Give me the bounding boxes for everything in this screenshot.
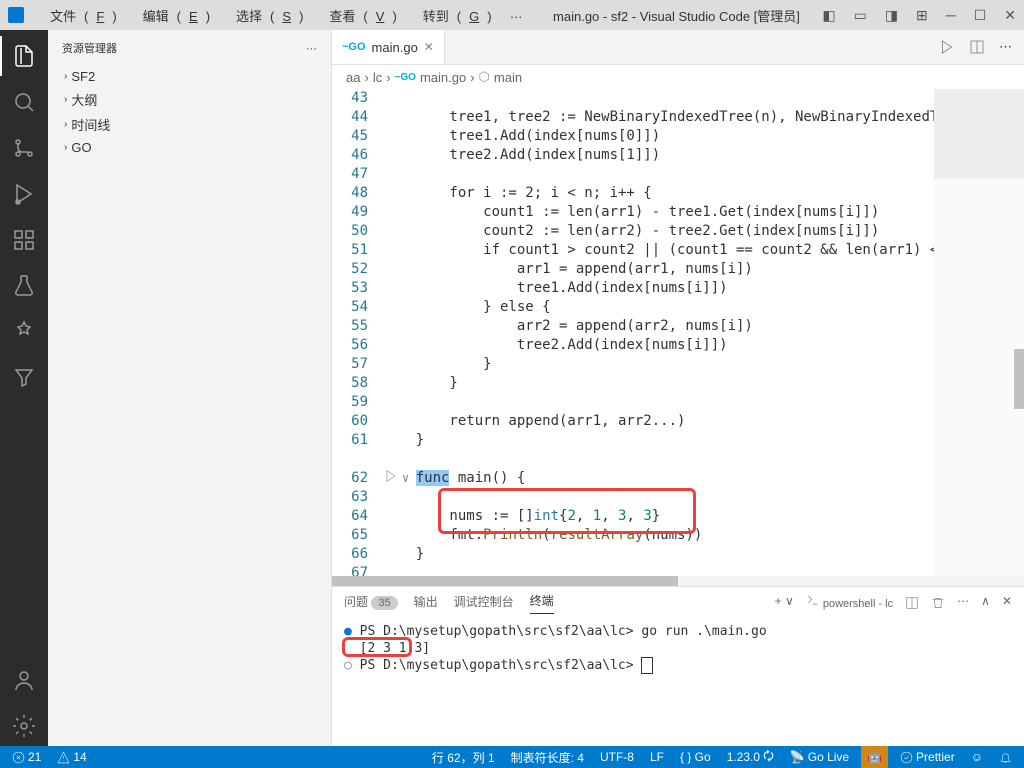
tools-view-icon[interactable] [0,312,48,352]
menu-view[interactable]: 查看(V) [313,2,404,29]
code-editor[interactable]: 4344454647484950515253545556575859606162… [332,89,1024,576]
status-feedback-icon[interactable]: ☺ [967,750,987,764]
tab-debug[interactable]: 调试控制台 [454,593,514,614]
status-prettier[interactable]: Prettier [896,750,959,764]
sidebar-title: 资源管理器 ⋯ [48,30,331,66]
status-notifications-icon[interactable] [995,751,1016,764]
title-bar: 文件(F) 编辑(E) 选择(S) 查看(V) 转到(G) … main.go … [0,0,1024,30]
panel-tabs: 问题 35 输出 调试控制台 终端 + ∨ powershell - lc ⋯ … [332,587,1024,619]
tab-output[interactable]: 输出 [414,593,438,614]
status-errors[interactable]: 21 [8,750,45,764]
status-encoding[interactable]: UTF-8 [596,750,638,764]
split-terminal-icon[interactable] [905,596,919,610]
tab-main-go[interactable]: ~GO main.go ✕ [332,30,445,64]
bottom-panel: 问题 35 输出 调试控制台 终端 + ∨ powershell - lc ⋯ … [332,586,1024,746]
new-terminal-icon[interactable]: + ∨ [775,594,794,612]
maximize-icon[interactable]: ☐ [974,7,987,24]
status-bar: 21 14 行 62，列 1 制表符长度: 4 UTF-8 LF { } Go … [0,746,1024,768]
menu-file[interactable]: 文件(F) [34,2,125,29]
layout-right-icon[interactable]: ◨ [885,7,898,24]
annotation-box-terminal [342,637,412,657]
tab-terminal[interactable]: 终端 [530,592,554,614]
minimize-icon[interactable]: ─ [946,7,956,23]
code-content[interactable]: tree1, tree2 := NewBinaryIndexedTree(n),… [382,89,934,576]
editor-tabs: ~GO main.go ✕ ⋯ [332,30,1024,65]
close-tab-icon[interactable]: ✕ [424,40,434,54]
settings-gear-icon[interactable] [0,706,48,746]
menu-more[interactable]: … [502,2,531,29]
minimap-slider[interactable] [934,89,1024,179]
filter-view-icon[interactable] [0,358,48,398]
tab-problems[interactable]: 问题 35 [344,593,398,614]
close-panel-icon[interactable]: ✕ [1002,594,1012,612]
close-window-icon[interactable]: ✕ [1004,7,1016,24]
scm-view-icon[interactable] [0,128,48,168]
activity-bar [0,30,48,746]
status-warnings[interactable]: 14 [53,750,90,764]
status-language[interactable]: { } Go [676,750,715,764]
vertical-scrollbar[interactable] [1014,349,1024,409]
sidebar-item-go[interactable]: ›GO [48,137,331,158]
window-title: main.go - sf2 - Visual Studio Code [管理员] [531,6,823,25]
trash-terminal-icon[interactable] [931,596,945,610]
status-indent[interactable]: 制表符长度: 4 [507,749,588,766]
layout-grid-icon[interactable]: ⊞ [916,7,928,24]
horizontal-scrollbar[interactable] [332,576,1024,586]
sidebar-item-sf2[interactable]: ›SF2 [48,66,331,87]
sidebar-more-icon[interactable]: ⋯ [306,42,317,55]
explorer-sidebar: 资源管理器 ⋯ ›SF2 ›大纲 ›时间线 ›GO [48,30,332,746]
menu-bar: 文件(F) 编辑(E) 选择(S) 查看(V) 转到(G) … [34,2,531,29]
toggle-panel-icon[interactable]: ◧ [822,7,835,24]
titlebar-actions: ◧ ▭ ◨ ⊞ ─ ☐ ✕ [822,7,1016,24]
split-editor-icon[interactable] [969,39,985,55]
editor-more-icon[interactable]: ⋯ [999,39,1012,55]
minimap[interactable] [934,89,1024,576]
testing-view-icon[interactable] [0,266,48,306]
status-go-version[interactable]: 1.23.0 🗘 [723,747,778,768]
annotation-box-code [438,488,696,534]
breadcrumb[interactable]: aa › lc › ~GO main.go › ⬡ main [332,65,1024,89]
editor-area: ~GO main.go ✕ ⋯ aa › lc › ~GO main.go › … [332,30,1024,746]
sidebar-item-outline[interactable]: ›大纲 [48,87,331,112]
search-view-icon[interactable] [0,82,48,122]
maximize-panel-icon[interactable]: ∧ [981,594,990,612]
explorer-view-icon[interactable] [0,36,48,76]
menu-select[interactable]: 选择(S) [220,2,311,29]
go-file-icon: ~GO [342,41,366,53]
codelens-run[interactable]: ∨ [384,469,409,488]
terminal-more-icon[interactable]: ⋯ [957,594,969,612]
terminal-content[interactable]: ● PS D:\mysetup\gopath\src\sf2\aa\lc> go… [332,619,1024,746]
menu-edit[interactable]: 编辑(E) [127,2,218,29]
account-icon[interactable] [0,660,48,700]
debug-view-icon[interactable] [0,174,48,214]
run-icon[interactable] [939,39,955,55]
sidebar-item-timeline[interactable]: ›时间线 [48,112,331,137]
status-eol[interactable]: LF [646,750,668,764]
status-copilot[interactable]: 🤖 [861,746,888,768]
status-cursor[interactable]: 行 62，列 1 [428,749,499,766]
extensions-view-icon[interactable] [0,220,48,260]
menu-goto[interactable]: 转到(G) [407,2,500,29]
status-golive[interactable]: 📡 Go Live [786,750,853,764]
vscode-logo-icon [8,7,24,23]
tab-label: main.go [372,40,418,55]
line-numbers: 4344454647484950515253545556575859606162… [332,89,382,576]
layout-bottom-icon[interactable]: ▭ [854,7,867,24]
